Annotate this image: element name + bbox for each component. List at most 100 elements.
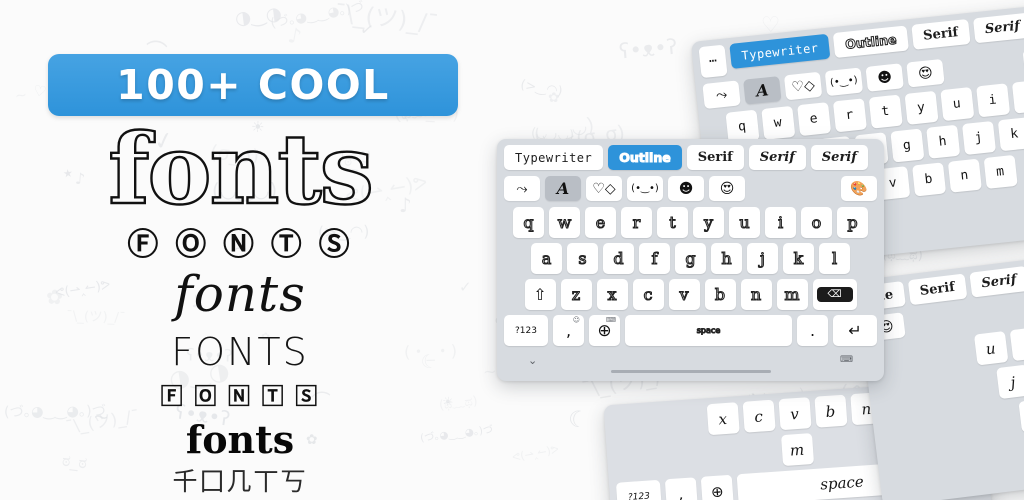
tab-typewriter[interactable]: Typewriter [729, 33, 831, 69]
key-t[interactable]: t [868, 94, 903, 129]
key-row-2[interactable]: asdfghjkl [504, 243, 877, 274]
key-e[interactable]: e [585, 207, 616, 238]
key-j[interactable]: j [747, 243, 778, 274]
key-d[interactable]: d [603, 243, 634, 274]
key-c[interactable]: c [742, 399, 776, 433]
key-t[interactable]: t [657, 207, 688, 238]
key-p[interactable]: p [837, 207, 868, 238]
key-b[interactable]: b [704, 279, 736, 310]
key-row-bottom[interactable]: ?123 ☺ , ⌨ ⊕ space . ↵ [504, 315, 877, 346]
kaomoji-icon[interactable]: (•‿•) [824, 67, 864, 97]
key-e[interactable]: e [796, 102, 831, 137]
emoji-icon[interactable]: 😍 [906, 58, 945, 88]
key-n[interactable]: n [740, 279, 772, 310]
key-v[interactable]: v [777, 397, 812, 431]
key-g[interactable]: g [675, 243, 706, 274]
font-icon[interactable]: A [545, 176, 581, 201]
key-w[interactable]: w [549, 207, 580, 238]
font-icon[interactable]: A [743, 76, 782, 105]
tab-typewriter[interactable]: Typewriter [504, 145, 604, 170]
tab-serif[interactable]: Serif [907, 273, 968, 306]
key-r[interactable]: r [832, 98, 867, 133]
key-i[interactable]: i [1009, 326, 1024, 362]
symbols-key[interactable]: ?123 [615, 479, 662, 500]
key-u[interactable]: u [973, 331, 1008, 366]
shift-key[interactable]: ⇧ [524, 279, 556, 310]
key-v[interactable]: v [668, 279, 700, 310]
shapes-icon[interactable]: ♡◇ [783, 71, 823, 101]
key-h[interactable]: h [925, 124, 960, 159]
key-x[interactable]: x [706, 402, 740, 436]
key-o[interactable]: o [801, 207, 832, 238]
tab-serif-italic[interactable]: Serif [972, 12, 1024, 44]
key-m[interactable]: m [780, 433, 814, 467]
period-key[interactable]: . [797, 315, 828, 346]
font-sample-boxed: 🄵 🄾 🄽 🅃 🅂 [160, 385, 320, 410]
key-q[interactable]: q [513, 207, 544, 238]
emoji-icon[interactable]: 😍 [709, 176, 745, 201]
share-icon[interactable]: ⤳ [702, 80, 741, 109]
comma-key[interactable]: , [664, 477, 698, 500]
key-n[interactable]: n [1017, 398, 1024, 433]
tab-serif-italic-2[interactable]: Serif [810, 145, 868, 170]
keyboard-switch-icon[interactable]: ⌨ [840, 355, 853, 365]
comma-label: , [565, 321, 572, 340]
comma-settings-icon[interactable]: ☺ [573, 316, 580, 324]
sticker-icon[interactable]: ☻ [865, 63, 904, 92]
key-k[interactable]: k [997, 117, 1024, 152]
key-f[interactable]: f [639, 243, 670, 274]
font-tab-strip-main[interactable]: Typewriter Outline Serif Serif Serif [504, 145, 877, 170]
globe-key[interactable]: ⌨ ⊕ [589, 315, 620, 346]
tab-outline[interactable]: Outline [832, 25, 909, 59]
tab-serif[interactable]: Serif [686, 145, 744, 170]
key-y[interactable]: y [693, 207, 724, 238]
palette-icon[interactable]: 🎨 [841, 176, 877, 201]
key-l[interactable]: l [819, 243, 850, 274]
key-x[interactable]: x [596, 279, 628, 310]
delete-key[interactable]: ⌫ [812, 279, 857, 310]
key-b[interactable]: b [813, 394, 847, 428]
tab-serif-italic[interactable]: Serif [969, 265, 1024, 298]
sticker-icon[interactable]: ☻ [668, 176, 704, 201]
key-y[interactable]: y [903, 90, 939, 125]
key-k[interactable]: k [783, 243, 814, 274]
key-u[interactable]: u [729, 207, 760, 238]
key-row-1[interactable]: qwertyuiop [504, 207, 877, 238]
tab-serif-italic[interactable]: Serif [748, 145, 806, 170]
keyboard-panel-outline[interactable]: Typewriter Outline Serif Serif Serif ⤳ A… [497, 139, 884, 381]
tab-serif[interactable]: Serif [911, 19, 971, 50]
key-h[interactable]: h [711, 243, 742, 274]
key-o[interactable]: o [1011, 79, 1024, 114]
comma-key[interactable]: ☺ , [553, 315, 584, 346]
share-icon[interactable]: ⤳ [504, 176, 540, 201]
key-g[interactable]: g [889, 128, 924, 163]
key-n[interactable]: n [947, 158, 982, 193]
kaomoji-icon[interactable]: (•‿•) [627, 176, 663, 201]
tab-more[interactable]: ⋯ [698, 44, 728, 79]
key-w[interactable]: w [760, 105, 795, 140]
space-key[interactable]: space [625, 315, 792, 346]
key-j[interactable]: j [995, 364, 1024, 400]
shapes-icon[interactable]: ♡◇ [586, 176, 622, 201]
key-s[interactable]: s [567, 243, 598, 274]
key-a[interactable]: a [531, 243, 562, 274]
key-j[interactable]: j [961, 121, 996, 156]
key-i[interactable]: i [975, 83, 1010, 118]
toolbar-main[interactable]: ⤳ A ♡◇ (•‿•) ☻ 😍 🎨 [504, 176, 877, 201]
key-u[interactable]: u [939, 87, 974, 122]
keyboard-switch-icon[interactable]: ⌨ [606, 316, 616, 324]
symbols-key[interactable]: ?123 [504, 315, 548, 346]
tab-outline[interactable]: Outline [608, 145, 682, 170]
font-sample-cjk-style: 千囗几丅丂 [172, 467, 308, 496]
key-m[interactable]: m [776, 279, 808, 310]
key-m[interactable]: m [983, 154, 1018, 189]
key-i[interactable]: i [765, 207, 796, 238]
globe-key[interactable]: ⊕ [700, 474, 734, 500]
key-z[interactable]: z [560, 279, 592, 310]
key-c[interactable]: c [632, 279, 664, 310]
dismiss-keyboard-icon[interactable]: ⌄ [528, 354, 537, 367]
key-r[interactable]: r [621, 207, 652, 238]
key-row-3[interactable]: ⇧ z x c v b n m ⌫ [504, 279, 877, 310]
key-b[interactable]: b [911, 162, 946, 197]
enter-key[interactable]: ↵ [833, 315, 877, 346]
